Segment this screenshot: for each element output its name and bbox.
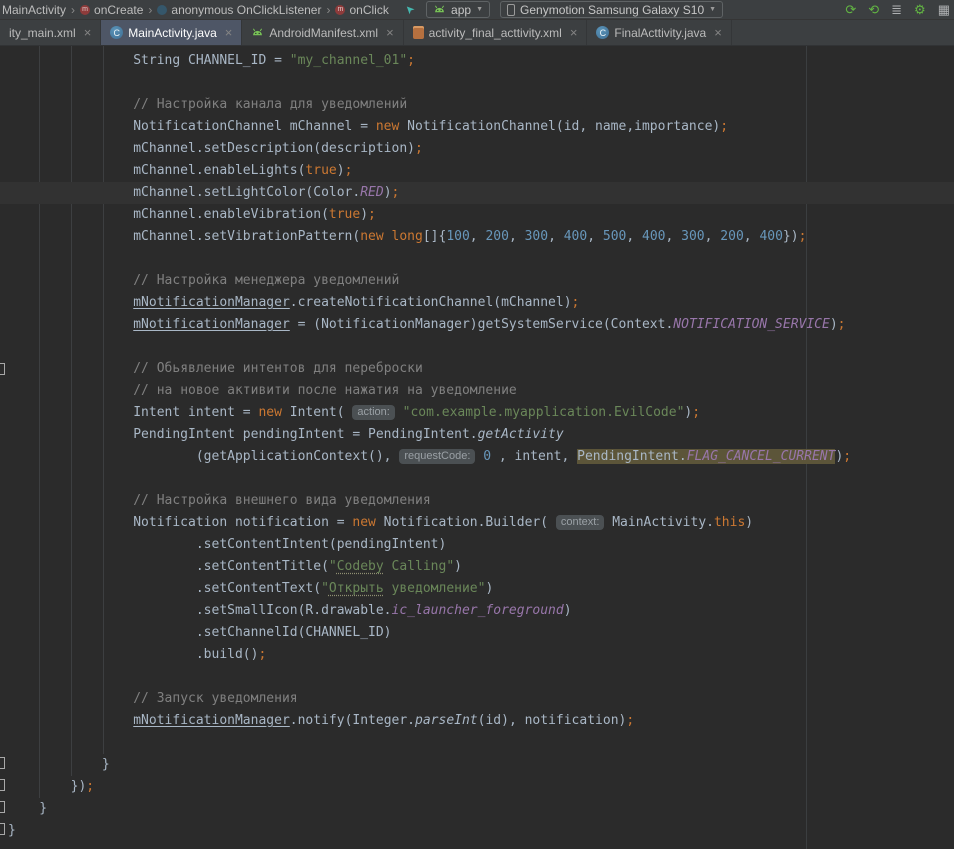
code-line[interactable]: } [0, 754, 954, 776]
tab-close-icon[interactable]: × [386, 25, 394, 40]
android-icon [433, 3, 446, 16]
java-class-icon: C [596, 26, 609, 39]
code-line[interactable] [0, 732, 954, 754]
code-line[interactable]: // Запуск уведомления [0, 688, 954, 710]
code-line[interactable]: // Настройка внешнего вида уведомления [0, 490, 954, 512]
code-area: String CHANNEL_ID = "my_channel_01"; // … [0, 46, 954, 842]
code-line[interactable]: Notification notification = new Notifica… [0, 512, 954, 534]
tab-close-icon[interactable]: × [714, 25, 722, 40]
breadcrumb-label: onCreate [94, 3, 143, 17]
code-line[interactable]: .setSmallIcon(R.drawable.ic_launcher_for… [0, 600, 954, 622]
chevron-down-icon: ▼ [476, 6, 483, 13]
tab-bar: ity_main.xml×CMainActivity.java×AndroidM… [0, 20, 954, 46]
tab-close-icon[interactable]: × [84, 25, 92, 40]
code-line[interactable]: // Настройка канала для уведомлений [0, 94, 954, 116]
code-line[interactable]: mChannel.enableVibration(true); [0, 204, 954, 226]
code-line[interactable] [0, 468, 954, 490]
tab-mainactivity-java[interactable]: C MainActivity.java × [101, 20, 242, 45]
toolbar-right-icons: ⟳ ⟲ ≣ ⚙ ▦ [845, 3, 954, 16]
code-line[interactable]: mNotificationManager = (NotificationMana… [0, 314, 954, 336]
code-line[interactable]: mChannel.setVibrationPattern(new long[]{… [0, 226, 954, 248]
device-label: Genymotion Samsung Galaxy S10 [520, 3, 704, 17]
run-config-dropdown[interactable]: app ▼ [426, 1, 490, 18]
code-line[interactable]: } [0, 820, 954, 842]
chevron-down-icon: ▼ [709, 6, 716, 13]
tab-label: MainActivity.java [128, 26, 216, 40]
method-icon: m [335, 5, 345, 15]
code-line[interactable]: .setContentTitle("Codeby Calling") [0, 556, 954, 578]
android-icon [251, 26, 264, 39]
breadcrumb-label: onClick [349, 3, 388, 17]
fold-marker[interactable] [0, 779, 5, 791]
fold-marker[interactable] [0, 801, 5, 813]
code-line[interactable]: PendingIntent pendingIntent = PendingInt… [0, 424, 954, 446]
anonymous-class-icon [157, 5, 167, 15]
java-class-icon: C [110, 26, 123, 39]
breadcrumb-item[interactable]: m onClick [333, 3, 390, 17]
code-line[interactable] [0, 336, 954, 358]
attach-debugger-pointer-icon[interactable]: ➤ [402, 2, 418, 18]
logcat-icon[interactable]: ≣ [891, 3, 902, 16]
code-line[interactable]: mChannel.setLightColor(Color.RED); [0, 182, 954, 204]
code-line[interactable] [0, 248, 954, 270]
code-line[interactable]: .setChannelId(CHANNEL_ID) [0, 622, 954, 644]
code-line[interactable] [0, 666, 954, 688]
tab-label: activity_final_acttivity.xml [429, 26, 562, 40]
apply-code-changes-icon[interactable]: ⟲ [868, 3, 879, 16]
breadcrumb-separator: › [71, 3, 75, 17]
code-line[interactable]: .setContentText("Открыть уведомление") [0, 578, 954, 600]
code-line[interactable]: mChannel.enableLights(true); [0, 160, 954, 182]
tab-finalacttivity-java[interactable]: C FinalActtivity.java × [587, 20, 731, 45]
phone-icon [507, 4, 515, 16]
code-line[interactable]: .build(); [0, 644, 954, 666]
code-line[interactable]: // Обьявление интентов для переброски [0, 358, 954, 380]
tab-close-icon[interactable]: × [570, 25, 578, 40]
code-line[interactable]: NotificationChannel mChannel = new Notif… [0, 116, 954, 138]
tab-androidmanifest-xml[interactable]: AndroidManifest.xml × [242, 20, 403, 45]
code-line[interactable]: } [0, 798, 954, 820]
run-config-label: app [451, 3, 471, 17]
apply-changes-icon[interactable]: ⟳ [845, 3, 856, 16]
layout-file-icon [413, 26, 424, 39]
tab-activity-final-acttivity-xml[interactable]: activity_final_acttivity.xml × [404, 20, 588, 45]
tab-label: FinalActtivity.java [614, 26, 706, 40]
code-line[interactable]: .setContentIntent(pendingIntent) [0, 534, 954, 556]
fold-marker[interactable] [0, 757, 5, 769]
breadcrumb-item[interactable]: m onCreate [78, 3, 145, 17]
tab-close-icon[interactable]: × [225, 25, 233, 40]
breadcrumb-separator: › [326, 3, 330, 17]
inlay-hint: context: [556, 515, 605, 530]
code-line[interactable]: mChannel.setDescription(description); [0, 138, 954, 160]
navigation-bar: MainActivity › m onCreate › anonymous OnClick… [0, 3, 391, 17]
code-line[interactable] [0, 72, 954, 94]
code-line[interactable]: String CHANNEL_ID = "my_channel_01"; [0, 50, 954, 72]
inlay-hint: action: [352, 405, 394, 420]
code-line[interactable]: // на новое активити после нажатия на ув… [0, 380, 954, 402]
tab-ity-main-xml[interactable]: ity_main.xml × [0, 20, 101, 45]
device-dropdown[interactable]: Genymotion Samsung Galaxy S10 ▼ [500, 1, 723, 18]
breadcrumb-separator: › [148, 3, 152, 17]
method-icon: m [80, 5, 90, 15]
code-editor[interactable]: String CHANNEL_ID = "my_channel_01"; // … [0, 46, 954, 849]
tab-label: AndroidManifest.xml [269, 26, 378, 40]
code-line[interactable]: Intent intent = new Intent( action: "com… [0, 402, 954, 424]
breadcrumb-item[interactable]: anonymous OnClickListener [155, 3, 323, 17]
breadcrumb-label: anonymous OnClickListener [171, 3, 321, 17]
code-line[interactable]: // Настройка менеджера уведомлений [0, 270, 954, 292]
main-toolbar: MainActivity › m onCreate › anonymous OnClick… [0, 0, 954, 20]
breadcrumb-item[interactable]: MainActivity [0, 3, 68, 17]
code-line[interactable]: (getApplicationContext(), requestCode: 0… [0, 446, 954, 468]
fold-marker[interactable] [0, 363, 5, 375]
code-line[interactable]: mNotificationManager.notify(Integer.pars… [0, 710, 954, 732]
sdk-manager-icon[interactable]: ⚙ [914, 3, 926, 16]
tab-label: ity_main.xml [9, 26, 76, 40]
fold-marker[interactable] [0, 823, 5, 835]
inlay-hint: requestCode: [399, 449, 475, 464]
device-manager-icon[interactable]: ▦ [938, 3, 950, 16]
code-line[interactable]: }); [0, 776, 954, 798]
breadcrumb-label: MainActivity [2, 3, 66, 17]
code-line[interactable]: mNotificationManager.createNotificationC… [0, 292, 954, 314]
